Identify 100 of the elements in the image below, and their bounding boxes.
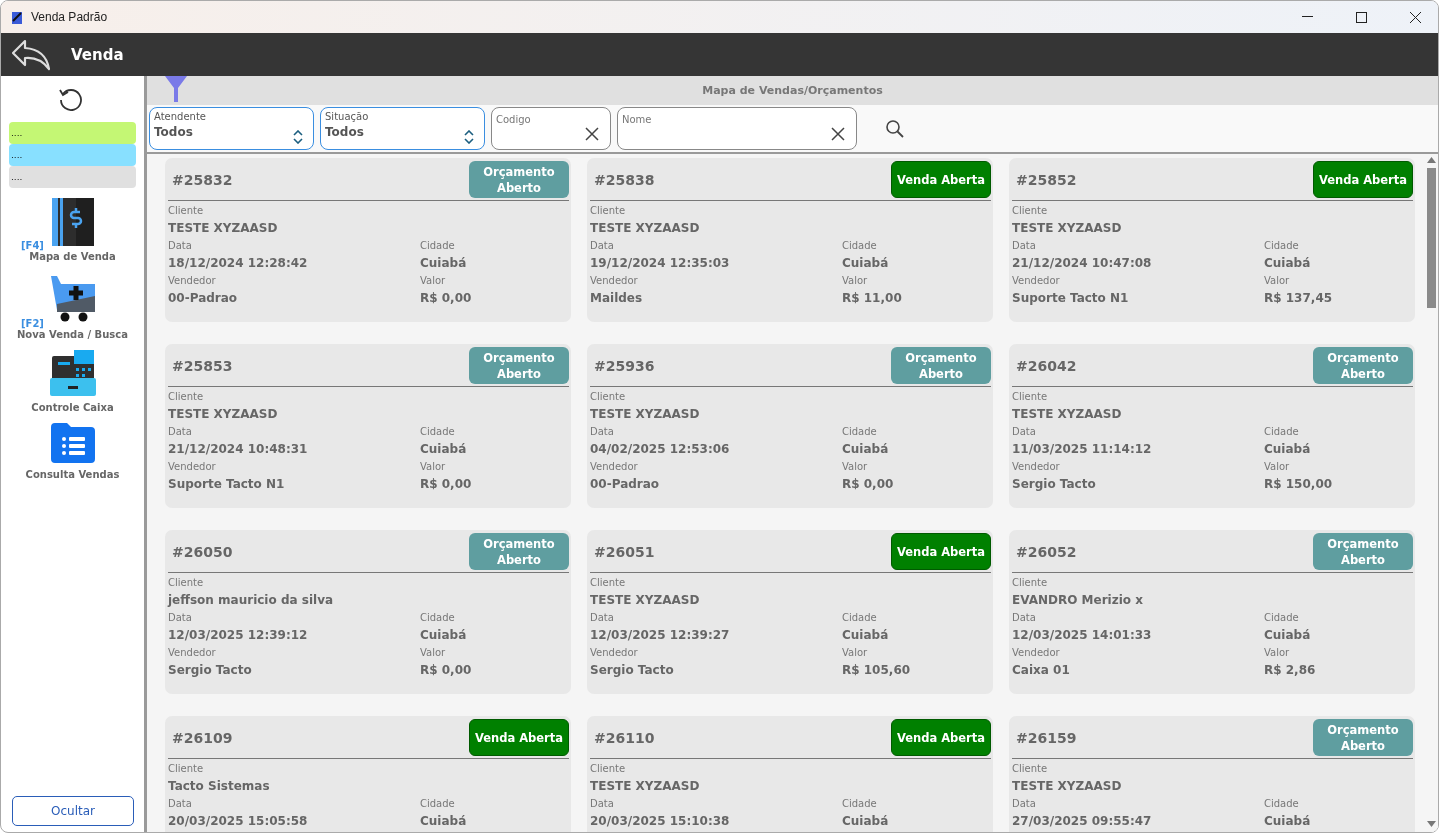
- nome-field[interactable]: Nome: [617, 107, 857, 150]
- status-badge: Venda Aberta: [891, 161, 991, 198]
- date-value: 18/12/2024 12:28:42: [168, 255, 309, 272]
- nav-item-label[interactable]: Nova Venda / Busca: [17, 329, 128, 340]
- refresh-icon[interactable]: [56, 86, 83, 112]
- client-name: TESTE XYZAASD: [1012, 778, 1123, 795]
- field-label: Data: [1012, 239, 1037, 253]
- scroll-up-icon[interactable]: [1426, 156, 1436, 164]
- sale-card[interactable]: #26159 Orçamento Aberto Cliente TESTE XYZAASD Data Cidade 27/03/2025 09:55:47 Cuiabá: [1009, 716, 1415, 832]
- seller-value: Sergio Tacto: [1012, 476, 1097, 493]
- field-label: Vendedor: [590, 460, 639, 474]
- field-label: Data: [590, 239, 615, 253]
- nav-item-label[interactable]: Controle Caixa: [31, 402, 114, 413]
- field-label: Cidade: [420, 611, 456, 625]
- seller-value: Sergio Tacto: [590, 662, 675, 679]
- clear-icon[interactable]: [585, 127, 599, 141]
- hide-button[interactable]: Ocultar: [12, 796, 134, 826]
- sale-card[interactable]: #26050 Orçamento Aberto Cliente jeffson mauricio da silva Data Cidade 12/03/2025 12:39:12 Cuiabá Vendedor Valor Sergio Tacto R$ 0,00: [165, 530, 571, 694]
- sale-code: #25936: [594, 357, 655, 374]
- nav-item-label[interactable]: Consulta Vendas: [25, 469, 120, 480]
- field-label: Cidade: [420, 425, 456, 439]
- city-value: Cuiabá: [420, 441, 468, 458]
- field-label: Cidade: [1264, 797, 1300, 811]
- field-label: Vendedor: [1012, 274, 1061, 288]
- field-label: Vendedor: [1012, 460, 1061, 474]
- date-value: 11/03/2025 11:14:12: [1012, 441, 1153, 458]
- city-value: Cuiabá: [1264, 627, 1312, 644]
- folder-list-icon: [50, 423, 95, 463]
- field-label: Data: [1012, 611, 1037, 625]
- sale-card[interactable]: #26042 Orçamento Aberto Cliente TESTE XYZAASD Data Cidade 11/03/2025 11:14:12 Cuiabá Vendedor Valor Sergio Tacto R$ 150,00: [1009, 344, 1415, 508]
- updown-icon: [293, 130, 303, 144]
- sale-card[interactable]: #25838 Venda Aberta Cliente TESTE XYZAASD Data Cidade 19/12/2024 12:35:03 Cuiabá Vendedor Valor Maildes R$ 11,00: [587, 158, 993, 322]
- sale-card[interactable]: #25853 Orçamento Aberto Cliente TESTE XYZAASD Data Cidade 21/12/2024 10:48:31 Cuiabá Vendedor Valor Suporte Tacto N1 R$ 0,00: [165, 344, 571, 508]
- client-name: TESTE XYZAASD: [168, 406, 279, 423]
- amount-value: R$ 0,00: [420, 662, 473, 679]
- field-label: Cidade: [842, 611, 878, 625]
- client-name: TESTE XYZAASD: [590, 220, 701, 237]
- client-name: TESTE XYZAASD: [590, 406, 701, 423]
- field-label: Cliente: [168, 762, 205, 776]
- filter-icon[interactable]: [165, 76, 187, 102]
- sale-code: #26159: [1016, 729, 1077, 746]
- sale-card[interactable]: #26109 Venda Aberta Cliente Tacto Sistemas Data Cidade 20/03/2025 15:05:58 Cuiabá: [165, 716, 571, 832]
- field-label: Cidade: [420, 239, 456, 253]
- sale-code: #25838: [594, 171, 655, 188]
- sale-card[interactable]: #26052 Orçamento Aberto Cliente EVANDRO Merizio x Data Cidade 12/03/2025 14:01:33 Cuiabá Vendedor Valor Caixa 01 R$ 2,86: [1009, 530, 1415, 694]
- sale-code: #26109: [172, 729, 233, 746]
- field-label: Cidade: [1264, 425, 1300, 439]
- atendente-select[interactable]: Atendente Todos: [149, 107, 314, 150]
- amount-value: R$ 137,45: [1264, 290, 1334, 307]
- field-label: Valor: [842, 274, 869, 288]
- field-label: Cliente: [1012, 204, 1049, 218]
- situacao-select[interactable]: Situação Todos: [320, 107, 485, 150]
- client-name: Tacto Sistemas: [168, 778, 271, 795]
- client-name: TESTE XYZAASD: [168, 220, 279, 237]
- back-arrow-icon[interactable]: [11, 38, 51, 71]
- date-value: 20/03/2025 15:05:58: [168, 813, 309, 830]
- field-label: Data: [590, 425, 615, 439]
- date-value: 20/03/2025 15:10:38: [590, 813, 731, 830]
- city-value: Cuiabá: [842, 627, 890, 644]
- field-label: Vendedor: [1012, 646, 1061, 660]
- seller-value: 00-Padrao: [168, 290, 239, 307]
- sale-card[interactable]: #25936 Orçamento Aberto Cliente TESTE XYZAASD Data Cidade 04/02/2025 12:53:06 Cuiabá Vendedor Valor 00-Padrao R$ 0,00: [587, 344, 993, 508]
- status-badge: Orçamento Aberto: [469, 161, 569, 198]
- city-value: Cuiabá: [842, 441, 890, 458]
- amount-value: R$ 11,00: [842, 290, 903, 307]
- field-label: Vendedor: [590, 274, 639, 288]
- maximize-icon[interactable]: [1355, 11, 1367, 23]
- city-value: Cuiabá: [1264, 813, 1312, 830]
- panel-title: Mapa de Vendas/Orçamentos: [702, 84, 883, 97]
- status-badge: Venda Aberta: [469, 719, 569, 756]
- field-label: Valor: [420, 646, 447, 660]
- nav-item-label[interactable]: Mapa de Venda: [29, 251, 116, 262]
- amount-value: R$ 0,00: [420, 476, 473, 493]
- codigo-field[interactable]: Codigo: [491, 107, 611, 150]
- sale-code: #26052: [1016, 543, 1077, 560]
- date-value: 04/02/2025 12:53:06: [590, 441, 731, 458]
- city-value: Cuiabá: [420, 813, 468, 830]
- field-label: Cliente: [590, 576, 627, 590]
- sale-card[interactable]: #26051 Venda Aberta Cliente TESTE XYZAASD Data Cidade 12/03/2025 12:39:27 Cuiabá Vendedor Valor Sergio Tacto R$ 105,60: [587, 530, 993, 694]
- window-title: Venda Padrão: [31, 10, 109, 24]
- sale-card[interactable]: #25832 Orçamento Aberto Cliente TESTE XYZAASD Data Cidade 18/12/2024 12:28:42 Cuiabá Vendedor Valor 00-Padrao R$ 0,00: [165, 158, 571, 322]
- legend-bar: ....: [9, 122, 136, 144]
- field-label: Cliente: [168, 390, 205, 404]
- wallet-dollar-icon: [51, 198, 94, 246]
- field-label: Cidade: [1264, 239, 1300, 253]
- client-name: EVANDRO Merizio x: [1012, 592, 1144, 609]
- scroll-down-icon[interactable]: [1426, 820, 1436, 828]
- field-label: Vendedor: [168, 460, 217, 474]
- seller-value: Caixa 01: [1012, 662, 1071, 679]
- field-label: Data: [168, 239, 193, 253]
- clear-icon[interactable]: [831, 127, 845, 141]
- minimize-icon[interactable]: [1301, 16, 1313, 18]
- close-icon[interactable]: [1409, 11, 1421, 23]
- date-value: 12/03/2025 12:39:27: [590, 627, 731, 644]
- sale-card[interactable]: #25852 Venda Aberta Cliente TESTE XYZAASD Data Cidade 21/12/2024 10:47:08 Cuiabá Vendedor Valor Suporte Tacto N1 R$ 137,45: [1009, 158, 1415, 322]
- scrollbar-thumb[interactable]: [1426, 168, 1436, 308]
- search-icon[interactable]: [885, 118, 905, 139]
- sale-card[interactable]: #26110 Venda Aberta Cliente TESTE XYZAASD Data Cidade 20/03/2025 15:10:38 Cuiabá: [587, 716, 993, 832]
- cash-register-icon: [49, 350, 96, 396]
- field-label: Valor: [842, 646, 869, 660]
